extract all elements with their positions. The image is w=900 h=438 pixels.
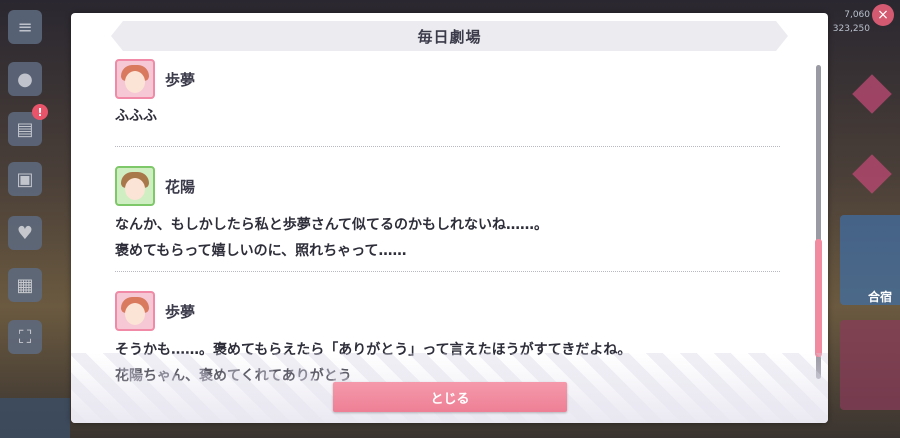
dialogue-entry: 歩夢 ふふふ bbox=[115, 59, 780, 129]
daily-theater-dialog: 毎日劇場 歩夢 ふふふ 花陽 なんか、もしかしたら私と歩夢さんて似てるのかもしれ… bbox=[71, 13, 828, 423]
background-bottom-panel bbox=[0, 398, 70, 438]
dialogue-entry: 歩夢 そうかも……。褒めてもらえたら「ありがとう」って言えたほうがすてきだよね。… bbox=[115, 289, 780, 389]
stat-bottom: 323,250 bbox=[832, 24, 870, 34]
side-label: 合宿 bbox=[867, 290, 892, 304]
dialogue-line: なんか、もしかしたら私と歩夢さんて似てるのかもしれないね……。 bbox=[115, 217, 549, 233]
dialog-title: 毎日劇場 bbox=[417, 27, 482, 46]
fullscreen-icon[interactable]: ⛶ bbox=[8, 320, 42, 354]
background-left-menu: ≡ ● ▤ ! ▣ ♥ ▦ ⛶ bbox=[0, 0, 70, 438]
speaker-name: 花陽 bbox=[165, 177, 196, 196]
dialogue-line: 褒めてもらって嬉しいのに、照れちゃって…… bbox=[115, 243, 407, 259]
dialogue-line: ふふふ bbox=[115, 108, 157, 124]
close-button[interactable]: とじる bbox=[333, 382, 567, 412]
dialogue-line: そうかも……。褒めてもらえたら「ありがとう」って言えたほうがすてきだよね。 bbox=[115, 342, 632, 358]
background-right-menu: × 7,060 323,250 合宿 bbox=[828, 0, 900, 438]
menu-icon[interactable]: ≡ bbox=[8, 10, 42, 44]
photo-icon[interactable]: ▦ bbox=[8, 268, 42, 302]
notification-badge: ! bbox=[32, 104, 48, 120]
dialogue-log[interactable]: 歩夢 ふふふ 花陽 なんか、もしかしたら私と歩夢さんて似てるのかもしれないね……… bbox=[115, 59, 780, 389]
speaker-name: 歩夢 bbox=[165, 302, 196, 321]
ayumu-avatar bbox=[115, 59, 155, 99]
divider bbox=[115, 146, 780, 147]
scrollbar-thumb[interactable] bbox=[815, 239, 822, 357]
banner-panel-2[interactable] bbox=[840, 320, 900, 410]
dialogue-entry: 花陽 なんか、もしかしたら私と歩夢さんて似てるのかもしれないね……。 褒めてもら… bbox=[115, 164, 780, 264]
diamond-icon[interactable] bbox=[852, 74, 892, 114]
event-icon[interactable] bbox=[852, 154, 892, 194]
heart-icon[interactable]: ♥ bbox=[8, 216, 42, 250]
chat-icon[interactable]: ● bbox=[8, 62, 42, 96]
speaker-name: 歩夢 bbox=[165, 70, 196, 89]
dialog-title-bar: 毎日劇場 bbox=[111, 21, 788, 51]
divider bbox=[115, 271, 780, 272]
gift-icon[interactable]: ▣ bbox=[8, 162, 42, 196]
close-button-label: とじる bbox=[430, 391, 470, 407]
close-icon[interactable]: × bbox=[872, 4, 894, 26]
ayumu-avatar bbox=[115, 291, 155, 331]
stat-top: 7,060 bbox=[844, 10, 870, 20]
hanayo-avatar bbox=[115, 166, 155, 206]
